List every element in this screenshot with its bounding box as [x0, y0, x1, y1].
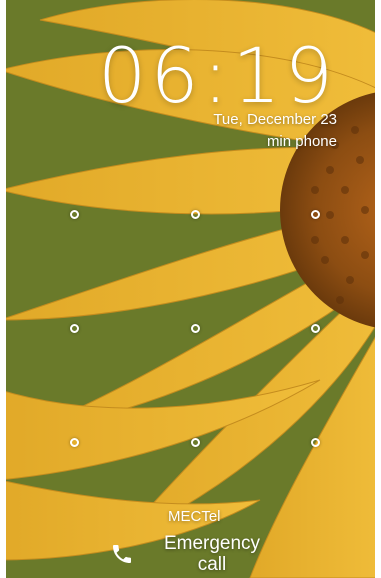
- pattern-dot-1[interactable]: [70, 210, 79, 219]
- pattern-dot-4[interactable]: [70, 324, 79, 333]
- pattern-dot-5[interactable]: [191, 324, 200, 333]
- emergency-call-button[interactable]: Emergency call: [110, 533, 272, 575]
- pattern-dot-9[interactable]: [311, 438, 320, 447]
- carrier-label: MECTel: [168, 508, 221, 525]
- unlock-pattern[interactable]: [0, 0, 381, 578]
- pattern-dot-8[interactable]: [191, 438, 200, 447]
- pattern-dot-3[interactable]: [311, 210, 320, 219]
- pattern-dot-2[interactable]: [191, 210, 200, 219]
- phone-icon: [113, 545, 131, 563]
- emergency-call-label: Emergency call: [163, 533, 261, 575]
- pattern-dot-7[interactable]: [70, 438, 79, 447]
- pattern-dot-6[interactable]: [311, 324, 320, 333]
